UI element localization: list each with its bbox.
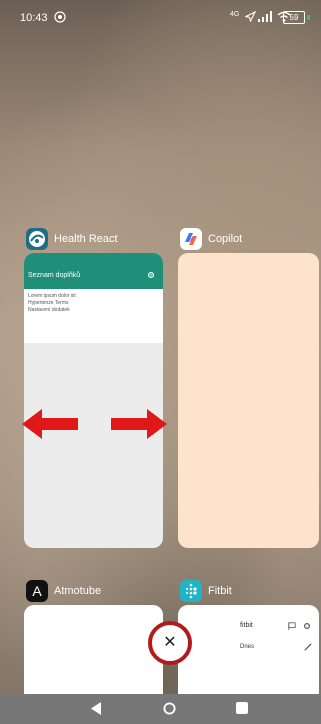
- list-item: Hypertenze Terms: [28, 300, 69, 306]
- atmotube-app-icon: A: [26, 580, 48, 602]
- recents-icon[interactable]: [236, 702, 248, 714]
- settings-icon: [148, 272, 154, 278]
- app-label-health-react: Health React: [54, 233, 118, 245]
- list-item: Nastavení dodatek: [28, 307, 70, 313]
- app-header-copilot[interactable]: Copilot: [180, 226, 242, 252]
- app-label-copilot: Copilot: [208, 233, 243, 245]
- health-react-list: Lorem ipsum dolor sit Hypertenze Terms N…: [24, 289, 163, 343]
- clock: 10:43: [20, 12, 48, 24]
- app-card-copilot[interactable]: [178, 253, 319, 548]
- health-react-toolbar: Seznam doplňků: [24, 253, 163, 289]
- app-label-fitbit: Fitbit: [208, 585, 232, 597]
- battery-indicator: 59: [283, 11, 310, 24]
- location-icon: [245, 11, 256, 22]
- app-card-fitbit[interactable]: fitbit Dnes: [178, 605, 319, 705]
- list-item: Lorem ipsum dolor sit: [28, 293, 76, 299]
- home-icon[interactable]: [163, 702, 176, 715]
- notification-icon: [54, 11, 66, 23]
- app-card-health-react[interactable]: Seznam doplňků Lorem ipsum dolor sit Hyp…: [24, 253, 163, 548]
- arrow-left-icon: [22, 409, 78, 439]
- edit-icon: [304, 643, 312, 651]
- app-card-atmotube[interactable]: [24, 605, 163, 705]
- fitbit-brand: fitbit: [240, 622, 253, 629]
- fitbit-today-label: Dnes: [240, 644, 255, 650]
- flag-icon: [288, 622, 296, 630]
- close-icon: ✕: [163, 634, 177, 651]
- fitbit-app-icon: [180, 580, 202, 602]
- health-react-screen-title: Seznam doplňků: [28, 272, 81, 279]
- arrow-right-icon: [111, 409, 167, 439]
- close-all-button[interactable]: ✕: [148, 621, 192, 665]
- status-bar: 10:43 4G 59: [0, 0, 321, 34]
- settings-icon: [304, 623, 310, 629]
- health-react-app-icon: [26, 228, 48, 250]
- app-header-atmotube[interactable]: A Atmotube: [26, 578, 101, 604]
- copilot-app-icon: [180, 228, 202, 250]
- app-label-atmotube: Atmotube: [54, 585, 102, 597]
- network-type-label: 4G: [230, 11, 240, 18]
- navigation-bar: [0, 694, 321, 724]
- app-header-fitbit[interactable]: Fitbit: [180, 578, 232, 604]
- app-header-health-react[interactable]: Health React: [26, 226, 118, 252]
- signal-icon: [258, 11, 272, 22]
- back-icon[interactable]: [91, 702, 103, 715]
